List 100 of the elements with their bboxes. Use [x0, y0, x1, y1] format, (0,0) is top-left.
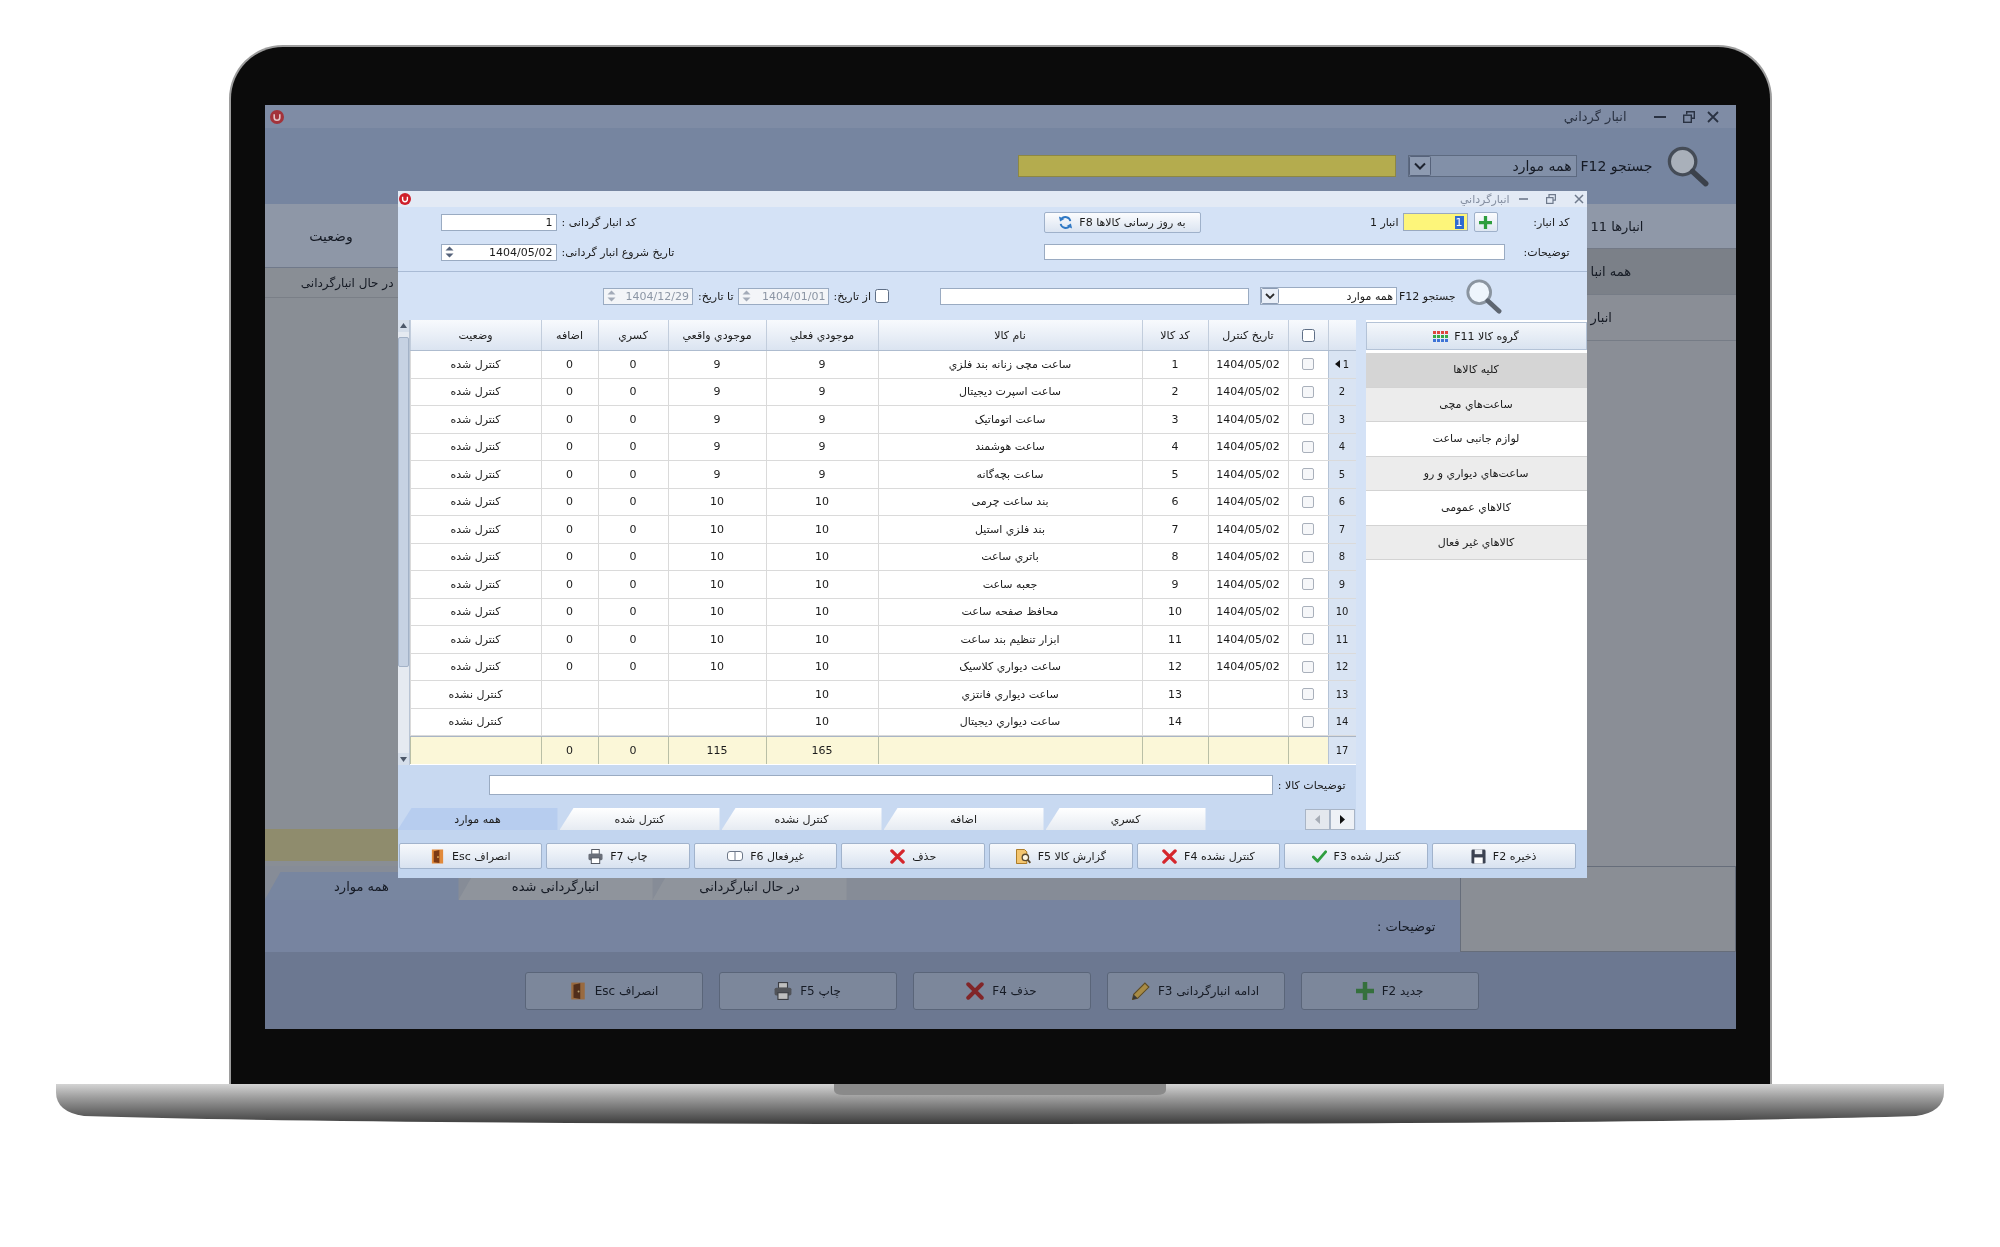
confirm-button[interactable]: کنترل شده F3 — [1284, 843, 1428, 869]
row-header[interactable]: 13 — [1327, 681, 1356, 708]
tab[interactable]: اضافه — [883, 808, 1044, 830]
row-checkbox[interactable] — [1302, 633, 1314, 646]
row-checkbox[interactable] — [1302, 688, 1314, 701]
scrollbar-thumb[interactable] — [397, 337, 409, 667]
row-checkbox[interactable] — [1302, 715, 1314, 728]
row-checkbox[interactable] — [1302, 550, 1314, 563]
row-header[interactable]: 5 — [1327, 461, 1356, 488]
category-item[interactable]: ساعت‌هاي دیواري و رو — [1365, 456, 1587, 491]
add-button[interactable] — [1473, 212, 1498, 232]
row-header[interactable]: 12 — [1327, 653, 1356, 680]
warehouse-code-field[interactable]: 1 — [1402, 213, 1468, 231]
tab[interactable]: کنترل شده — [559, 808, 720, 830]
cancel-button[interactable]: انصراف Esc — [398, 843, 543, 869]
restore-icon[interactable] — [1545, 194, 1556, 204]
row-header[interactable]: 4 — [1327, 433, 1356, 460]
close-icon[interactable] — [1573, 194, 1584, 204]
category-item[interactable]: کلیه کالاها — [1365, 353, 1587, 388]
row-checkbox[interactable] — [1302, 358, 1314, 371]
row-header[interactable]: 9 — [1327, 571, 1356, 598]
cross-icon — [966, 981, 985, 1000]
delete-button[interactable]: حذف — [841, 843, 985, 869]
column-header[interactable]: نام کالا — [877, 320, 1142, 350]
sidebar-item[interactable]: همه انبا — [1586, 249, 1736, 295]
column-header[interactable]: تاریخ کنترل — [1207, 320, 1288, 350]
date-field[interactable]: 1404/05/02 — [440, 243, 557, 261]
row-header[interactable]: 7 — [1327, 516, 1356, 543]
filter-dropdown[interactable]: همه موارد — [1407, 155, 1577, 177]
caret-right-icon[interactable] — [1329, 809, 1355, 830]
plus-icon — [1479, 215, 1492, 229]
total-cell: 115 — [667, 737, 766, 764]
row-header[interactable]: 10 — [1327, 598, 1356, 625]
column-header[interactable]: اضافه — [540, 320, 598, 350]
select-all-checkbox[interactable] — [1301, 328, 1315, 342]
close-icon[interactable] — [1706, 110, 1719, 123]
row-header[interactable]: 6 — [1327, 488, 1356, 515]
category-item[interactable]: ساعت‌هاي مچی — [1365, 387, 1587, 422]
edit-button[interactable]: ادامه انبارگردانی F3 — [1106, 971, 1285, 1010]
restore-icon[interactable] — [1682, 110, 1695, 123]
print-button[interactable]: چاپ F7 — [546, 843, 690, 869]
row-header[interactable]: 14 — [1327, 708, 1356, 735]
row-checkbox[interactable] — [1302, 385, 1314, 398]
minimize-icon[interactable] — [1653, 115, 1666, 118]
search-field[interactable] — [1017, 155, 1396, 177]
row-header[interactable]: 1 — [1327, 351, 1356, 378]
row-checkbox[interactable] — [1302, 440, 1314, 453]
row-checkbox[interactable] — [1302, 605, 1314, 618]
save-button[interactable]: ذخیره F2 — [1431, 843, 1576, 869]
row-header[interactable]: 11 — [1327, 626, 1356, 653]
row-checkbox[interactable] — [1302, 660, 1314, 673]
table-cell: 0 — [540, 378, 598, 405]
table-cell: 10 — [765, 488, 878, 515]
date-filter-checkbox[interactable] — [874, 289, 889, 303]
deactivate-button[interactable]: غیرفعال F6 — [693, 843, 838, 869]
update-items-button[interactable]: به روز رسانی کالاها F8 — [1043, 211, 1201, 233]
caret-down-icon — [1260, 288, 1279, 304]
tab[interactable]: همه موارد — [264, 872, 459, 900]
row-checkbox[interactable] — [1302, 578, 1314, 591]
add-button[interactable]: جدید F2 — [1300, 971, 1479, 1010]
column-header[interactable]: کد کالا — [1141, 320, 1208, 350]
row-checkbox[interactable] — [1302, 468, 1314, 481]
report-button[interactable]: گزارش کالا F5 — [989, 843, 1133, 869]
table-cell: 10 — [667, 598, 766, 625]
column-header[interactable]: کسري — [597, 320, 668, 350]
print-button[interactable]: چاپ F5 — [718, 971, 897, 1010]
item-description-field[interactable] — [488, 775, 1273, 795]
table-cell: 9 — [667, 406, 766, 433]
caret-up-icon[interactable] — [397, 320, 409, 332]
search-field[interactable] — [939, 287, 1249, 305]
row-header[interactable]: 8 — [1327, 543, 1356, 570]
category-group-button[interactable]: گروه کالا F11 — [1365, 322, 1587, 350]
minimize-icon[interactable] — [1518, 198, 1528, 200]
row-header[interactable]: 3 — [1327, 406, 1356, 433]
reject-button[interactable]: کنترل نشده F4 — [1136, 843, 1281, 869]
tab[interactable]: همه موارد — [397, 808, 558, 830]
caret-down-icon[interactable] — [397, 753, 409, 765]
table-cell: بند فلزي استیل — [877, 516, 1142, 543]
count-code-field[interactable]: 1 — [440, 213, 557, 231]
category-item[interactable]: کالاهاي غیر فعال — [1365, 525, 1587, 560]
spinner-icon[interactable] — [444, 246, 454, 258]
row-checkbox[interactable] — [1302, 413, 1314, 426]
table-cell: 10 — [765, 681, 878, 708]
row-header[interactable]: 2 — [1327, 378, 1356, 405]
filter-dropdown[interactable]: همه موارد — [1259, 287, 1397, 305]
delete-button[interactable]: حذف F4 — [912, 971, 1091, 1010]
row-header[interactable]: 17 — [1327, 737, 1356, 764]
row-checkbox[interactable] — [1302, 495, 1314, 508]
table-cell: 10 — [765, 598, 878, 625]
checkmark-icon — [1311, 848, 1327, 864]
tab[interactable]: کسري — [1045, 808, 1206, 830]
cancel-button[interactable]: انصراف Esc — [524, 971, 703, 1010]
table-cell: 0 — [540, 543, 598, 570]
total-cell: 0 — [597, 737, 668, 764]
description-field[interactable] — [1043, 244, 1505, 260]
search-icon[interactable] — [1463, 278, 1502, 314]
column-header[interactable]: موجودي فعلي — [765, 320, 878, 350]
column-header[interactable]: موجودي واقعي — [667, 320, 766, 350]
tab[interactable]: کنترل نشده — [721, 808, 882, 830]
row-checkbox[interactable] — [1302, 523, 1314, 536]
